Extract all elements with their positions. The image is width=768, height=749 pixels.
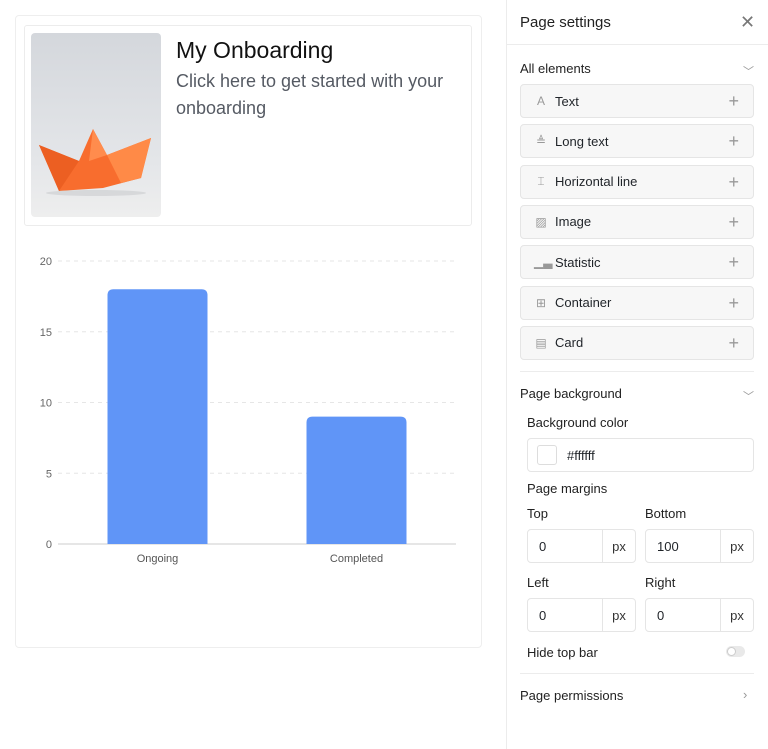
chevron-down-icon[interactable]: ﹀ (743, 388, 754, 404)
element-item-image[interactable]: ▨ Image + (520, 204, 754, 239)
margin-bottom-input[interactable]: 100 px (645, 529, 754, 563)
horizontal-line-icon: ⌶ (537, 174, 545, 189)
card-icon: ▤ (535, 335, 547, 350)
close-icon[interactable]: ✕ (740, 12, 755, 33)
element-label: Container (555, 295, 612, 310)
bottom-label: Bottom (645, 506, 687, 521)
margin-right-value[interactable]: 0 (646, 599, 720, 631)
page-permissions-header[interactable]: Page permissions (520, 688, 623, 703)
element-label: Text (555, 93, 579, 109)
element-label: Card (555, 335, 584, 351)
margin-left-value[interactable]: 0 (528, 599, 602, 631)
y-tick-label: 20 (40, 256, 52, 268)
color-swatch[interactable] (537, 445, 557, 465)
bar-completed (306, 416, 407, 544)
image-icon: ▨ (535, 214, 547, 229)
y-tick-label: 15 (40, 327, 52, 339)
background-color-value: #ffffff (567, 447, 595, 463)
x-tick-label: Completed (330, 553, 383, 565)
chevron-right-icon[interactable]: › (743, 687, 747, 702)
all-elements-header[interactable]: All elements (520, 61, 591, 76)
element-label: Horizontal line (555, 174, 638, 190)
element-label: Image (555, 214, 592, 230)
element-item-container[interactable]: ⊞ Container + (520, 285, 754, 320)
bar-chart: 0 5 10 15 20 Ongoing Completed (40, 256, 456, 565)
margin-bottom-value[interactable]: 100 (646, 530, 720, 562)
background-color-input[interactable]: #ffffff (527, 438, 754, 472)
container-icon: ⊞ (535, 295, 547, 310)
element-item-card[interactable]: ▤ Card + (520, 325, 754, 360)
page-margins-label: Page margins (527, 481, 608, 496)
divider (520, 371, 754, 372)
y-tick-label: 10 (40, 398, 52, 410)
unit-label: px (602, 599, 635, 631)
unit-label: px (602, 530, 635, 562)
x-tick-label: Ongoing (137, 553, 179, 565)
plus-icon[interactable]: + (728, 333, 739, 354)
y-tick-label: 5 (46, 468, 52, 480)
margin-top-input[interactable]: 0 px (527, 529, 636, 563)
margin-right-input[interactable]: 0 px (645, 598, 754, 632)
hide-top-bar-label: Hide top bar (527, 645, 598, 660)
card-image (31, 33, 161, 217)
divider (506, 44, 768, 45)
element-item-text[interactable]: A Text + (520, 84, 754, 118)
element-item-statistic[interactable]: ▁▃ Statistic + (520, 245, 754, 280)
margin-top-value[interactable]: 0 (528, 530, 602, 562)
hide-top-bar-toggle[interactable] (726, 646, 745, 657)
text-icon: A (536, 94, 545, 108)
chevron-down-icon[interactable]: ﹀ (743, 63, 754, 79)
unit-label: px (720, 599, 753, 631)
element-item-horizontal-line[interactable]: ⌶ Horizontal line + (520, 164, 754, 199)
page-background-header[interactable]: Page background (520, 386, 622, 401)
statistic-icon: ▁▃ (534, 255, 553, 270)
element-item-long-text[interactable]: ≜ Long text + (520, 124, 754, 159)
panel-title: Page settings (520, 14, 611, 31)
margin-left-input[interactable]: 0 px (527, 598, 636, 632)
plus-icon[interactable]: + (728, 172, 739, 193)
y-tick-label: 0 (46, 539, 52, 551)
divider (520, 673, 754, 674)
element-label: Statistic (555, 254, 601, 270)
long-text-icon: ≜ (535, 134, 547, 149)
plus-icon[interactable]: + (728, 252, 739, 273)
left-label: Left (527, 575, 549, 590)
background-color-label: Background color (527, 415, 629, 430)
card-subtitle: Click here to get started with your onbo… (176, 71, 444, 118)
top-label: Top (527, 506, 548, 521)
plus-icon[interactable]: + (728, 131, 739, 152)
card-title: My Onboarding (176, 37, 334, 63)
right-label: Right (645, 575, 676, 590)
plus-icon[interactable]: + (728, 212, 739, 233)
plus-icon[interactable]: + (728, 293, 739, 314)
plus-icon[interactable]: + (728, 91, 739, 112)
unit-label: px (720, 530, 753, 562)
element-label: Long text (555, 133, 609, 149)
bar-ongoing (107, 289, 208, 544)
